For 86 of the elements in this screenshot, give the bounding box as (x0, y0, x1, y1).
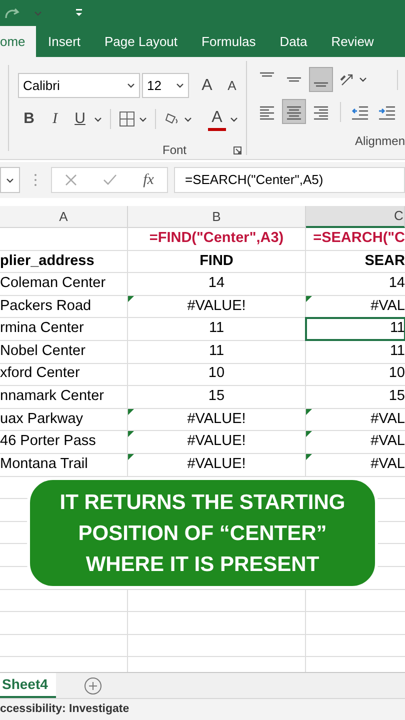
ribbon-tab[interactable]: Insert (36, 26, 93, 57)
table-cell-text: Coleman Center (0, 274, 106, 294)
top-align-icon (260, 72, 274, 77)
add-sheet-icon[interactable] (84, 676, 102, 694)
group-label: Font (162, 142, 186, 159)
drag-handle-icon[interactable] (34, 173, 37, 187)
table-cell-text: #VAL (370, 296, 405, 316)
formula-text: =SEARCH("Center",A5) (185, 171, 324, 190)
table-cell-text: plier_address (0, 252, 94, 271)
table-cell-text: SEAR (364, 252, 405, 271)
table-cell-text: 11 (208, 319, 224, 338)
table-cell-text: nnamark Center (0, 387, 104, 406)
caret-icon (6, 178, 14, 182)
caret-icon (94, 116, 102, 122)
insert-function-button[interactable]: fx (143, 168, 154, 192)
bold-button[interactable]: B (18, 107, 40, 131)
active-cell-border[interactable]: 11 (306, 318, 405, 340)
center-align-icon (286, 104, 302, 120)
ribbon-tab[interactable]: Review (319, 26, 386, 57)
table-cell-text: FIND (200, 252, 234, 271)
middle-align-icon (287, 77, 301, 82)
accessibility-status[interactable]: ccessibility: Investigate (0, 700, 130, 718)
ribbon-tab[interactable]: ome (0, 26, 36, 57)
font-name-value: Calibri (23, 76, 60, 95)
table-cell-text: #VALUE! (187, 454, 246, 474)
table-cell-text: Montana Trail (0, 454, 88, 474)
underline-button[interactable]: U (70, 107, 90, 131)
sheet-tab[interactable]: Sheet4 (0, 673, 56, 698)
column-header[interactable]: A (0, 206, 128, 228)
bottom-align-icon (314, 82, 328, 87)
ribbon-tab[interactable]: Formulas (190, 26, 268, 57)
table-cell-text: #VALUE! (187, 296, 246, 316)
caret-icon (184, 116, 192, 122)
table-cell-text: #VAL (370, 410, 405, 429)
italic-button[interactable]: I (44, 107, 66, 131)
table-cell-text: 14 (208, 274, 225, 294)
table-cell-text: Packers Road (0, 296, 92, 316)
table-cell-text: 15 (388, 387, 405, 406)
table-cell-text: #VALUE! (187, 432, 246, 452)
increase-indent-icon (378, 104, 396, 120)
grow-font-button[interactable]: A (195, 73, 219, 98)
redo-icon[interactable] (4, 6, 22, 20)
caret-icon (230, 116, 238, 122)
table-cell-text: 15 (208, 387, 225, 406)
redo-dropdown-icon (34, 10, 42, 16)
table-cell-text: =SEARCH("C (313, 228, 405, 248)
check-icon[interactable] (103, 174, 118, 186)
table-cell-text: rmina Center (0, 319, 84, 338)
table-cell-text: 14 (388, 274, 405, 294)
caption-text: IT RETURNS THE STARTING POSITION OF “CENTER” WHERE IT IS PRESENT (58, 490, 346, 578)
alignment-button[interactable] (282, 99, 306, 124)
formula-field[interactable]: =SEARCH("Center",A5) (174, 167, 405, 193)
right-align-icon (313, 104, 329, 120)
font-name-field[interactable]: Calibri (18, 73, 140, 98)
table-cell-text: #VALUE! (187, 410, 246, 429)
caret-icon (359, 77, 367, 82)
ribbon-tab[interactable]: Page Layout (92, 26, 190, 57)
borders-icon[interactable] (119, 111, 135, 127)
font-size-field[interactable]: 12 (142, 73, 189, 98)
ribbon-tab[interactable]: Data (268, 26, 320, 57)
customize-toolbar-icon[interactable] (74, 8, 84, 18)
caret-icon (127, 83, 135, 88)
group-label: Alignmen (354, 133, 405, 150)
table-cell-text: 11 (208, 342, 224, 361)
orientation-icon (339, 72, 355, 88)
left-align-icon (259, 104, 275, 120)
table-cell-text: 10 (208, 364, 225, 384)
font-color-button[interactable]: A (208, 107, 226, 131)
column-header[interactable]: C (306, 206, 405, 228)
table-cell-text: 11 (390, 342, 405, 361)
table-cell-text: #VAL (370, 454, 405, 474)
table-cell-text: #VAL (370, 432, 405, 452)
table-cell-text: uax Parkway (0, 410, 84, 429)
decrease-indent-icon (351, 104, 369, 120)
caret-icon (139, 116, 147, 122)
table-cell-text: 10 (388, 364, 405, 384)
font-size-value: 12 (147, 76, 162, 95)
table-cell-text: 46 Porter Pass (0, 432, 96, 452)
caret-icon (176, 83, 184, 88)
alignment-button[interactable] (309, 67, 333, 92)
table-cell-text: Nobel Center (0, 342, 86, 361)
dialog-launcher-icon[interactable] (232, 146, 242, 154)
shrink-font-button[interactable]: A (221, 73, 243, 98)
table-cell-text: xford Center (0, 364, 80, 384)
table-cell-text: 11 (390, 319, 405, 338)
table-cell-text: =FIND("Center",A3) (149, 228, 284, 248)
